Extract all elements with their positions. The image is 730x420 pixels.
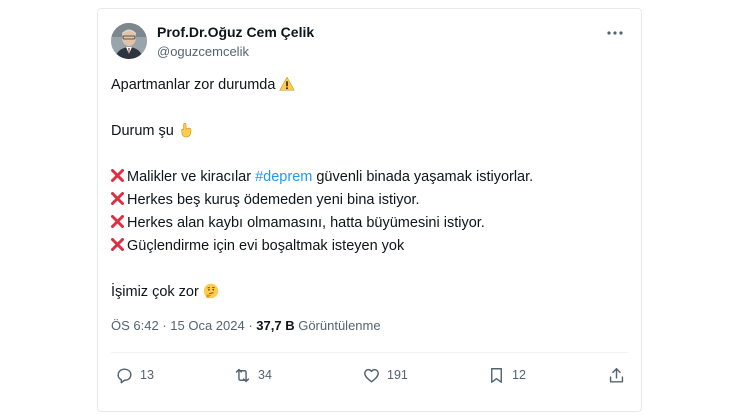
retweet-count: 34 [258, 368, 272, 382]
divider [111, 352, 628, 353]
tweet-line-text: Herkes beş kuruş ödemeden yeni bina isti… [127, 192, 420, 208]
bookmark-icon [491, 367, 502, 383]
bookmark-count: 12 [512, 368, 526, 382]
reply-icon [117, 367, 132, 383]
tweet-card: Prof.Dr.Oğuz Cem Çelik @oguzcemcelik Apa… [97, 8, 642, 412]
tweet-line-text: Malikler ve kiracılar [127, 169, 256, 185]
tweet-line-text: Güçlendirme için evi boşaltmak isteyen y… [127, 238, 405, 254]
tweet-line: Malikler ve kiracılar #deprem güvenli bi… [111, 166, 626, 189]
tweet-line: Herkes beş kuruş ödemeden yeni bina isti… [111, 189, 626, 212]
tweet-time[interactable]: ÖS 6:42 [111, 318, 159, 333]
thinking-face-icon [203, 283, 219, 299]
hashtag-link[interactable]: #deprem [255, 169, 312, 185]
warning-icon [279, 76, 296, 91]
tweet-line: İşimiz çok zor [111, 281, 626, 304]
views-count: 37,7 B [256, 318, 295, 333]
bookmark-button[interactable]: 12 [487, 363, 526, 387]
tweet-line: Herkes alan kaybı olmamasını, hatta büyü… [111, 212, 626, 235]
share-icon [609, 367, 624, 383]
tweet-line-text: İşimiz çok zor [111, 284, 199, 300]
tweet-line-text: Durum şu [111, 123, 174, 139]
tweet-date[interactable]: 15 Oca 2024 [170, 318, 244, 333]
more-options-icon[interactable] [605, 23, 625, 43]
like-count: 191 [387, 368, 408, 382]
tweet-line-text: Apartmanlar zor durumda [111, 77, 276, 93]
tweet-line: Apartmanlar zor durumda [111, 74, 626, 97]
tweet-line-text: Herkes alan kaybı olmamasını, hatta büyü… [127, 215, 485, 231]
tweet-line-text: güvenli binada yaşamak istiyorlar. [312, 169, 534, 185]
cross-mark-icon [111, 169, 124, 182]
like-button[interactable]: 191 [362, 363, 408, 387]
retweet-button[interactable]: 34 [233, 363, 272, 387]
tweet-text: Apartmanlar zor durumda Durum şu Malikle… [111, 74, 626, 304]
author-name[interactable]: Prof.Dr.Oğuz Cem Çelik [157, 24, 314, 40]
cross-mark-icon [111, 192, 124, 205]
pointing-down-icon [181, 122, 192, 138]
tweet-line: Güçlendirme için evi boşaltmak isteyen y… [111, 235, 626, 258]
heart-icon [364, 368, 379, 383]
meta-separator: · [244, 318, 257, 333]
cross-mark-icon [111, 238, 124, 251]
action-bar: 13 34 191 12 [111, 363, 628, 387]
views-label: Görüntülenme [294, 318, 381, 333]
author-handle[interactable]: @oguzcemcelik [157, 44, 249, 59]
tweet-meta: ÖS 6:42 · 15 Oca 2024 · 37,7 B Görüntüle… [111, 318, 381, 333]
retweet-icon [235, 368, 250, 382]
tweet-line: Durum şu [111, 120, 626, 143]
avatar[interactable] [111, 23, 147, 59]
reply-button[interactable]: 13 [115, 363, 154, 387]
reply-count: 13 [140, 368, 154, 382]
cross-mark-icon [111, 215, 124, 228]
share-button[interactable] [607, 363, 632, 387]
meta-separator: · [158, 318, 171, 333]
